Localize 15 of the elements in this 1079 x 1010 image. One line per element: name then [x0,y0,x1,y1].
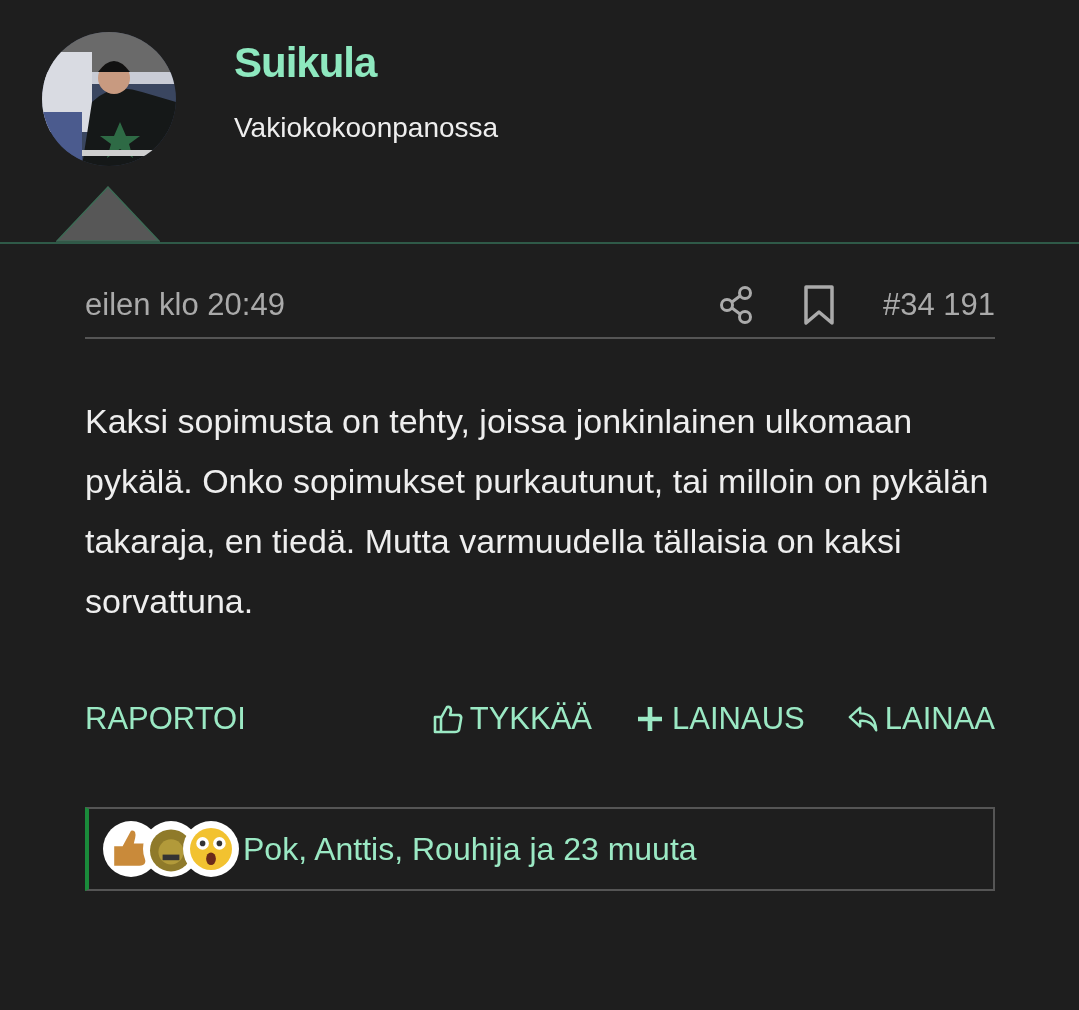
bookmark-icon[interactable] [802,284,835,326]
post-number[interactable]: #34 191 [882,287,995,323]
author-title: Vakiokokoonpanossa [234,112,499,144]
multiquote-button[interactable]: LAINAUS [634,701,805,737]
thumbs-up-icon [431,703,464,735]
author-name[interactable]: Suikula [234,42,499,84]
post-time[interactable]: eilen klo 20:49 [85,287,285,323]
report-button[interactable]: RAPORTOI [85,701,246,737]
quote-button[interactable]: LAINAA [846,701,995,737]
reactions-summary[interactable]: Pok, Anttis, Rouhija ja 23 muuta [243,830,697,868]
like-button[interactable]: TYKKÄÄ [431,701,593,737]
share-icon[interactable] [718,285,755,325]
shocked-emoji-icon [183,821,239,877]
post-text: Kaksi sopimusta on tehty, joissa jonkinlainen ulkomaan pykälä. Onko sopimukset purkautunut, tai milloin on pykälän takaraja, en tiedä. Mutta varmuudella tällaisia on kaksi sorvattuna. [85,401,990,622]
reactions-bar[interactable]: Pok, Anttis, Rouhija ja 23 muuta [85,807,995,891]
